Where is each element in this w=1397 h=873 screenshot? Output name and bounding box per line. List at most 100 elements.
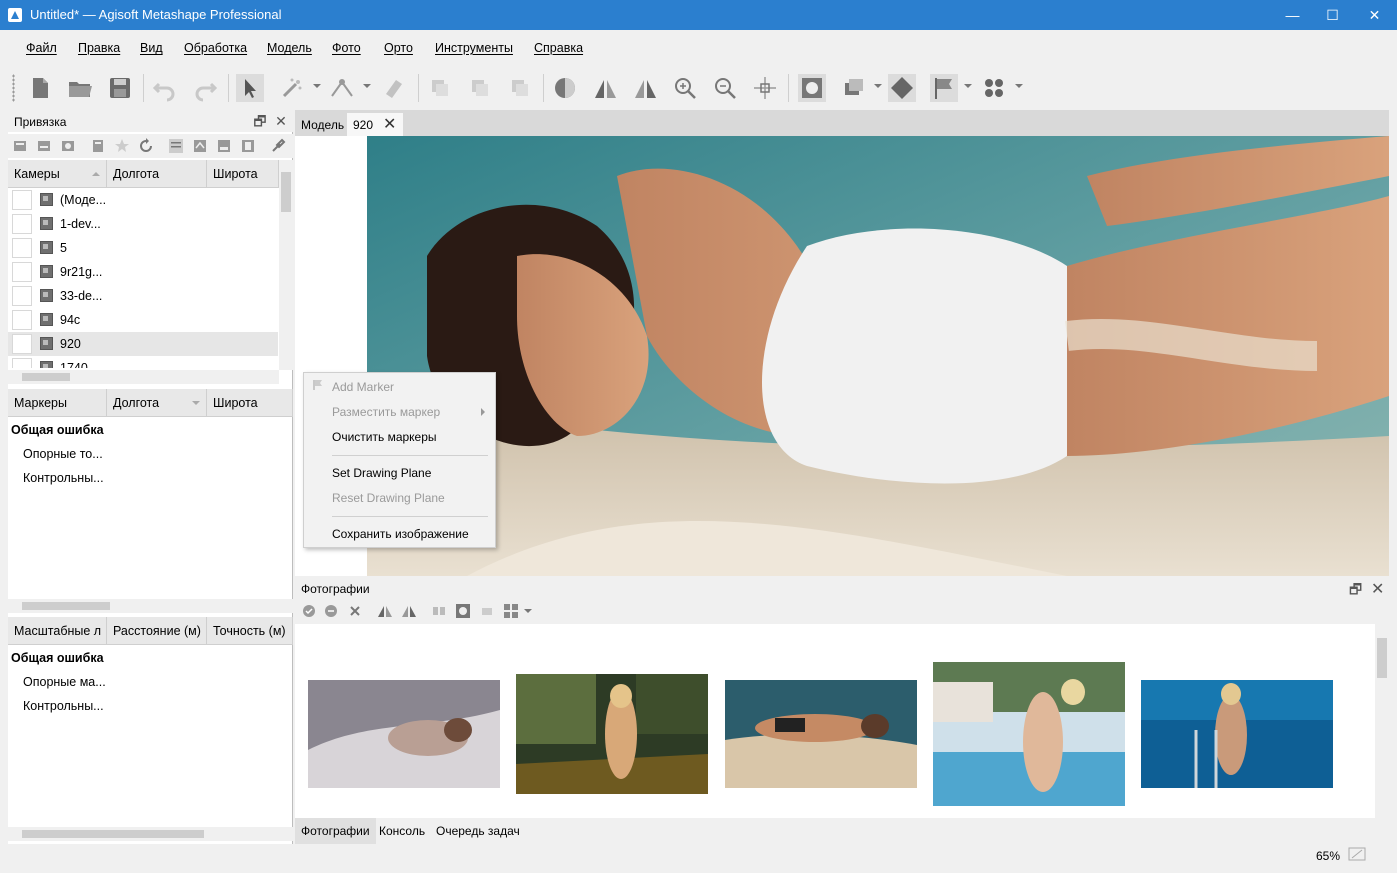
cameras-horizontal-scrollbar[interactable] — [8, 370, 279, 384]
markers-control-points[interactable]: Опорные то... — [23, 447, 103, 461]
magic-wand-dropdown-icon[interactable] — [313, 84, 321, 88]
show-mask-icon[interactable] — [455, 603, 471, 619]
show-mask-icon[interactable] — [798, 74, 826, 102]
redo-icon[interactable] — [191, 74, 219, 102]
menu-ortho[interactable]: Орто — [384, 41, 413, 55]
scroll-thumb[interactable] — [281, 172, 291, 212]
points-dropdown-icon[interactable] — [1015, 84, 1023, 88]
menu-workflow[interactable]: Обработка — [184, 41, 247, 55]
tab-console[interactable]: Консоль — [373, 818, 431, 844]
mask-mode-icon[interactable] — [840, 74, 868, 102]
markers-dropdown-icon[interactable] — [964, 84, 972, 88]
cameras-vertical-scrollbar[interactable] — [279, 160, 293, 370]
zoom-in-icon[interactable] — [671, 74, 699, 102]
crop-icon[interactable] — [426, 74, 454, 102]
update-icon[interactable] — [138, 138, 154, 154]
contrast-icon[interactable] — [551, 74, 579, 102]
rotate-right-icon[interactable] — [631, 74, 659, 102]
menu-file[interactable]: Файл — [26, 41, 57, 55]
save-image-menu-item[interactable]: Сохранить изображение — [332, 527, 469, 541]
resize-grip-icon[interactable] — [1348, 847, 1366, 861]
accuracy-column-header[interactable]: Точность (м) — [207, 617, 293, 645]
camera-checkbox[interactable] — [12, 262, 32, 282]
minimize-button[interactable]: — — [1270, 0, 1315, 30]
camera-row[interactable]: 9r21g... — [8, 260, 278, 284]
add-marker-menu-item[interactable]: Add Marker — [332, 380, 394, 394]
camera-row-selected[interactable]: 920 — [8, 332, 278, 356]
main-photo[interactable] — [367, 136, 1389, 576]
menu-view[interactable]: Вид — [140, 41, 163, 55]
close-panel-icon[interactable]: ✕ — [1371, 579, 1384, 599]
reset-drawing-plane-menu-item[interactable]: Reset Drawing Plane — [332, 491, 445, 505]
camera-row[interactable]: 5 — [8, 236, 278, 260]
tab-model[interactable]: Модель — [295, 113, 347, 136]
tab-photos[interactable]: Фотографии — [295, 818, 376, 844]
close-tab-icon[interactable]: ✕ — [383, 114, 396, 134]
import-reference-icon[interactable] — [12, 138, 28, 154]
menu-photo[interactable]: Фото — [332, 41, 361, 55]
view-estimated-icon[interactable] — [192, 138, 208, 154]
scalebars-column-header[interactable]: Масштабные л — [8, 617, 107, 645]
photo-thumbnail[interactable] — [308, 680, 500, 788]
mask-mode-icon[interactable] — [479, 603, 495, 619]
scalebars-control[interactable]: Опорные ма... — [23, 675, 106, 689]
zoom-out-icon[interactable] — [711, 74, 739, 102]
ruler-tool-icon[interactable] — [328, 74, 356, 102]
latitude-column-header[interactable]: Широта — [207, 160, 279, 188]
filter-icon[interactable] — [431, 603, 447, 619]
scroll-thumb[interactable] — [1377, 638, 1387, 678]
markers-latitude-header[interactable]: Широта — [207, 389, 293, 417]
convert-reference-icon[interactable] — [60, 138, 76, 154]
distance-column-header[interactable]: Расстояние (м) — [107, 617, 207, 645]
scroll-thumb[interactable] — [22, 602, 110, 610]
photo-thumbnail[interactable] — [933, 662, 1125, 806]
menu-help[interactable]: Справка — [534, 41, 583, 55]
new-document-icon[interactable] — [26, 74, 54, 102]
camera-checkbox[interactable] — [12, 286, 32, 306]
calculator-icon[interactable] — [90, 138, 106, 154]
photo-thumbnail[interactable] — [516, 674, 708, 794]
close-panel-icon[interactable]: ✕ — [273, 113, 289, 129]
camera-row[interactable]: 33-de... — [8, 284, 278, 308]
scalebars-check[interactable]: Контрольны... — [23, 699, 104, 713]
ruler-dropdown-icon[interactable] — [363, 84, 371, 88]
camera-checkbox[interactable] — [12, 358, 32, 368]
open-folder-icon[interactable] — [66, 74, 94, 102]
photo-thumbnail[interactable] — [725, 680, 917, 788]
camera-checkbox[interactable] — [12, 310, 32, 330]
float-panel-icon[interactable]: 🗗 — [252, 113, 268, 129]
menu-tools[interactable]: Инструменты — [435, 41, 513, 55]
markers-horizontal-scrollbar[interactable] — [8, 599, 293, 613]
save-icon[interactable] — [106, 74, 134, 102]
camera-row[interactable]: 1740 — [8, 356, 278, 368]
markers-check-points[interactable]: Контрольны... — [23, 471, 104, 485]
mask-mode-dropdown-icon[interactable] — [874, 84, 882, 88]
enable-camera-icon[interactable] — [301, 603, 317, 619]
paste-region-icon[interactable] — [506, 74, 534, 102]
place-marker-menu-item[interactable]: Разместить маркер — [332, 405, 440, 419]
eraser-icon[interactable] — [380, 74, 408, 102]
camera-checkbox[interactable] — [12, 190, 32, 210]
rotate-left-icon[interactable] — [591, 74, 619, 102]
undo-icon[interactable] — [151, 74, 179, 102]
longitude-column-header[interactable]: Долгота — [107, 160, 207, 188]
remove-camera-icon[interactable] — [347, 603, 363, 619]
rotate-left-icon[interactable] — [377, 603, 393, 619]
export-reference-icon[interactable] — [36, 138, 52, 154]
close-button[interactable]: ✕ — [1352, 0, 1397, 30]
maximize-button[interactable]: ☐ — [1310, 0, 1355, 30]
show-shapes-icon[interactable] — [888, 74, 916, 102]
reference-settings-icon[interactable] — [270, 138, 286, 154]
camera-checkbox[interactable] — [12, 334, 32, 354]
camera-row[interactable]: 1-dev... — [8, 212, 278, 236]
select-pointer-icon[interactable] — [236, 74, 264, 102]
magic-wand-icon[interactable] — [278, 74, 306, 102]
view-mode-icon[interactable] — [503, 603, 519, 619]
show-points-icon[interactable] — [980, 74, 1008, 102]
camera-row[interactable]: 94c — [8, 308, 278, 332]
rotate-right-icon[interactable] — [401, 603, 417, 619]
scalebars-horizontal-scrollbar[interactable] — [8, 827, 293, 841]
set-drawing-plane-menu-item[interactable]: Set Drawing Plane — [332, 466, 431, 480]
scroll-thumb[interactable] — [22, 830, 204, 838]
camera-checkbox[interactable] — [12, 238, 32, 258]
